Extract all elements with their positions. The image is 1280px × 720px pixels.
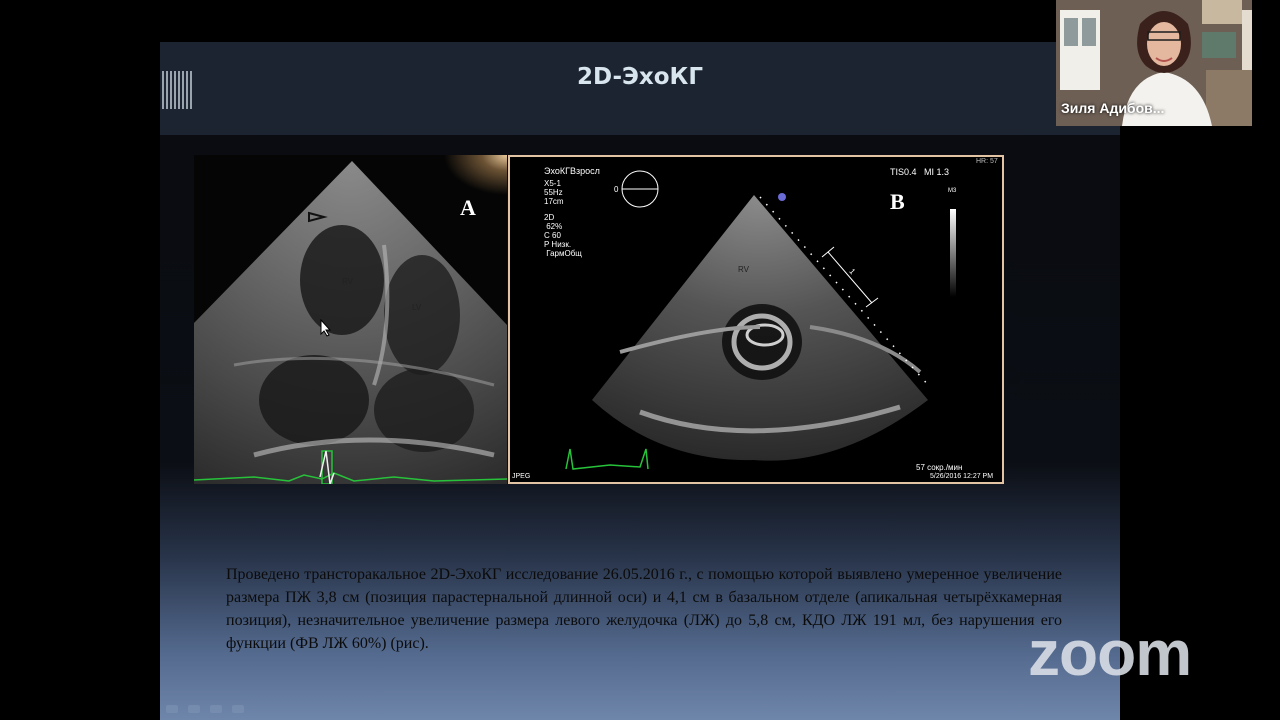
prev-slide-icon[interactable] (166, 705, 178, 713)
heart-rate-readout: 57 сокр./мин (916, 463, 963, 472)
rv-label: RV (342, 277, 353, 286)
mode-settings: 2D 62% C 60 P Низк. ГармОбщ (544, 213, 582, 258)
datetime-readout: 5/26/2016 12:27 PM (930, 473, 994, 480)
frequency-label: 55Hz (544, 188, 563, 197)
pen-icon[interactable] (188, 705, 200, 713)
slide-header: 2D-ЭхоКГ (160, 42, 1120, 135)
depth-label: 17cm (544, 197, 564, 206)
hr-readout: HR: 57 (976, 158, 998, 165)
probe-label: X5-1 (544, 179, 561, 188)
preset-label: ЭхоКГВзросл (544, 166, 600, 176)
slide-title: 2D-ЭхоКГ (576, 64, 704, 90)
mouse-cursor-icon (320, 319, 332, 337)
participant-video-tile[interactable]: Зиля Адибов... (1056, 0, 1252, 126)
lv-label: LV (412, 303, 422, 312)
tis-mi-readout: TIS0.4 MI 1.3 (890, 167, 950, 177)
scale-label: M3 (948, 188, 957, 194)
orientation-zero: 0 (614, 185, 619, 194)
participant-name: Зиля Адибов... (1061, 100, 1165, 116)
echo-image-b: ЭхоКГВзросл X5-1 55Hz 17cm 2D 62% C 60 P… (508, 155, 1004, 484)
slides-icon[interactable] (210, 705, 222, 713)
more-icon[interactable] (232, 705, 244, 713)
panel-letter-a: A (460, 195, 476, 220)
zoom-watermark: zoom (1028, 617, 1192, 689)
jpeg-label: JPEG (512, 473, 531, 480)
slideshow-toolbar[interactable] (166, 698, 276, 713)
slide-caption: Проведено трансторакальное 2D-ЭхоКГ иссл… (226, 566, 1062, 652)
rv-label-b: RV (738, 265, 749, 274)
echo-image-a: A RV LV (194, 155, 507, 484)
panel-letter-b: B (890, 189, 905, 214)
